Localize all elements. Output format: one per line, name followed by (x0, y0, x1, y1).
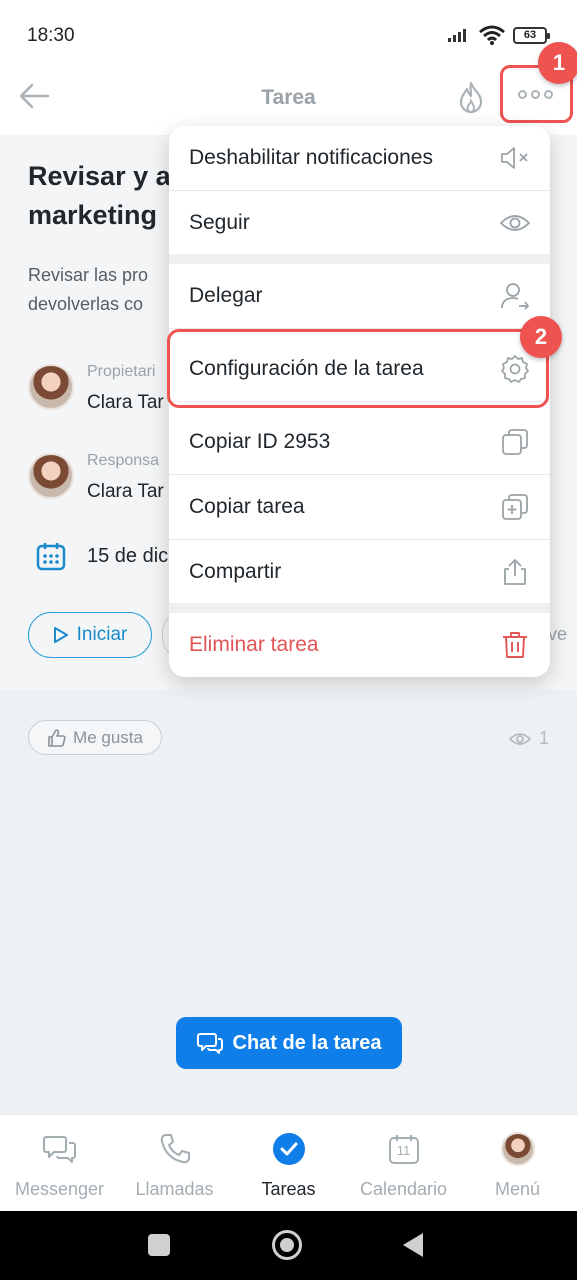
tab-label: Llamadas (135, 1179, 214, 1199)
task-chat-button[interactable]: Chat de la tarea (176, 1017, 402, 1069)
menu-item-label: Copiar tarea (189, 495, 305, 518)
trash-icon (499, 629, 531, 661)
app-header: Tarea (0, 60, 577, 135)
task-chat-label: Chat de la tarea (232, 1031, 382, 1054)
secondary-button-text[interactable]: ve (548, 624, 567, 645)
menu-item-label: Eliminar tarea (189, 633, 319, 656)
calendar-icon (36, 543, 66, 571)
calendar-icon: 11 (386, 1131, 422, 1167)
flame-icon[interactable] (456, 80, 486, 114)
owner-avatar-wrap (28, 364, 74, 410)
menu-item-copy-id[interactable]: Copiar ID 2953 (169, 410, 550, 474)
step-badge-1: 1 (538, 42, 577, 84)
menu-item-label: Delegar (189, 284, 263, 307)
page-title: Tarea (261, 86, 316, 109)
responsible-label: Responsa (87, 452, 160, 469)
system-nav-bar (0, 1211, 577, 1280)
menu-item-label: Copiar ID 2953 (189, 430, 331, 453)
screen: 18:30 63 Tarea 1 Revisar y a marketing R… (0, 0, 577, 1280)
views-count: 1 (538, 728, 549, 748)
like-button[interactable]: Me gusta (28, 720, 162, 755)
task-description: Revisar las pro devolverlas co (28, 265, 149, 314)
check-circle-icon (271, 1131, 307, 1167)
owner-name[interactable]: Clara Tar (87, 392, 164, 414)
chat-bubbles-icon (42, 1131, 78, 1167)
avatar[interactable] (28, 364, 74, 410)
tab-label: Messenger (14, 1179, 105, 1199)
tab-calendar[interactable]: 11 Calendario (346, 1115, 461, 1212)
eye-icon (499, 207, 531, 239)
battery-level: 63 (523, 29, 537, 41)
views-counter: 1 (508, 728, 549, 749)
share-icon (499, 556, 531, 588)
calendar-day: 11 (396, 1143, 411, 1158)
status-icons: 63 (447, 25, 550, 45)
tab-messenger[interactable]: Messenger (2, 1115, 117, 1212)
copy-plus-icon (499, 491, 531, 523)
status-bar: 18:30 63 (0, 0, 577, 60)
like-label: Me gusta (73, 727, 143, 747)
tab-menu[interactable]: Menú (460, 1115, 575, 1212)
back-icon[interactable] (403, 1233, 423, 1257)
more-options-icon[interactable] (518, 90, 553, 99)
deadline-date[interactable]: 15 de dic (87, 545, 168, 568)
start-button[interactable]: Iniciar (28, 612, 152, 658)
menu-item-disable-notifications[interactable]: Deshabilitar notificaciones (169, 126, 550, 190)
tab-label: Menú (494, 1179, 541, 1199)
copy-icon (499, 426, 531, 458)
battery-icon: 63 (513, 26, 550, 44)
thumbs-up-icon (48, 728, 66, 747)
phone-icon (157, 1131, 193, 1167)
settings-highlight (167, 329, 549, 408)
tab-calls[interactable]: Llamadas (117, 1115, 232, 1212)
chat-bubbles-icon (196, 1033, 223, 1054)
avatar-icon (500, 1131, 536, 1167)
avatar[interactable] (28, 453, 74, 499)
responsible-name[interactable]: Clara Tar (87, 481, 164, 503)
menu-item-copy-task[interactable]: Copiar tarea (169, 475, 550, 539)
bottom-tab-bar: Messenger Llamadas Tareas 11 Calendario … (0, 1114, 577, 1211)
tab-tasks[interactable]: Tareas (231, 1115, 346, 1212)
eye-icon (508, 732, 531, 745)
start-label: Iniciar (76, 624, 128, 645)
task-feed: Me gusta 1 Chat de la tarea (0, 690, 577, 1114)
menu-item-delete-task[interactable]: Eliminar tarea (169, 613, 550, 677)
recents-icon[interactable] (148, 1234, 170, 1256)
status-time: 18:30 (27, 25, 75, 46)
wifi-icon (479, 25, 505, 45)
owner-label: Propietari (87, 363, 156, 380)
tab-label: Tareas (261, 1179, 316, 1199)
delegate-user-icon (499, 280, 531, 312)
task-title: Revisar y a marketing (28, 161, 171, 230)
play-icon (53, 627, 68, 643)
signal-icon (448, 29, 466, 42)
mute-icon (499, 142, 531, 174)
menu-item-label: Deshabilitar notificaciones (189, 146, 433, 169)
menu-item-delegate[interactable]: Delegar (169, 264, 550, 328)
step-badge-2: 2 (520, 316, 562, 358)
menu-item-label: Compartir (189, 560, 282, 583)
menu-item-follow[interactable]: Seguir (169, 191, 550, 255)
home-icon[interactable] (272, 1230, 302, 1260)
menu-item-share[interactable]: Compartir (169, 540, 550, 604)
menu-item-label: Seguir (189, 211, 250, 234)
responsible-avatar-wrap (28, 453, 74, 499)
tab-label: Calendario (359, 1179, 448, 1199)
